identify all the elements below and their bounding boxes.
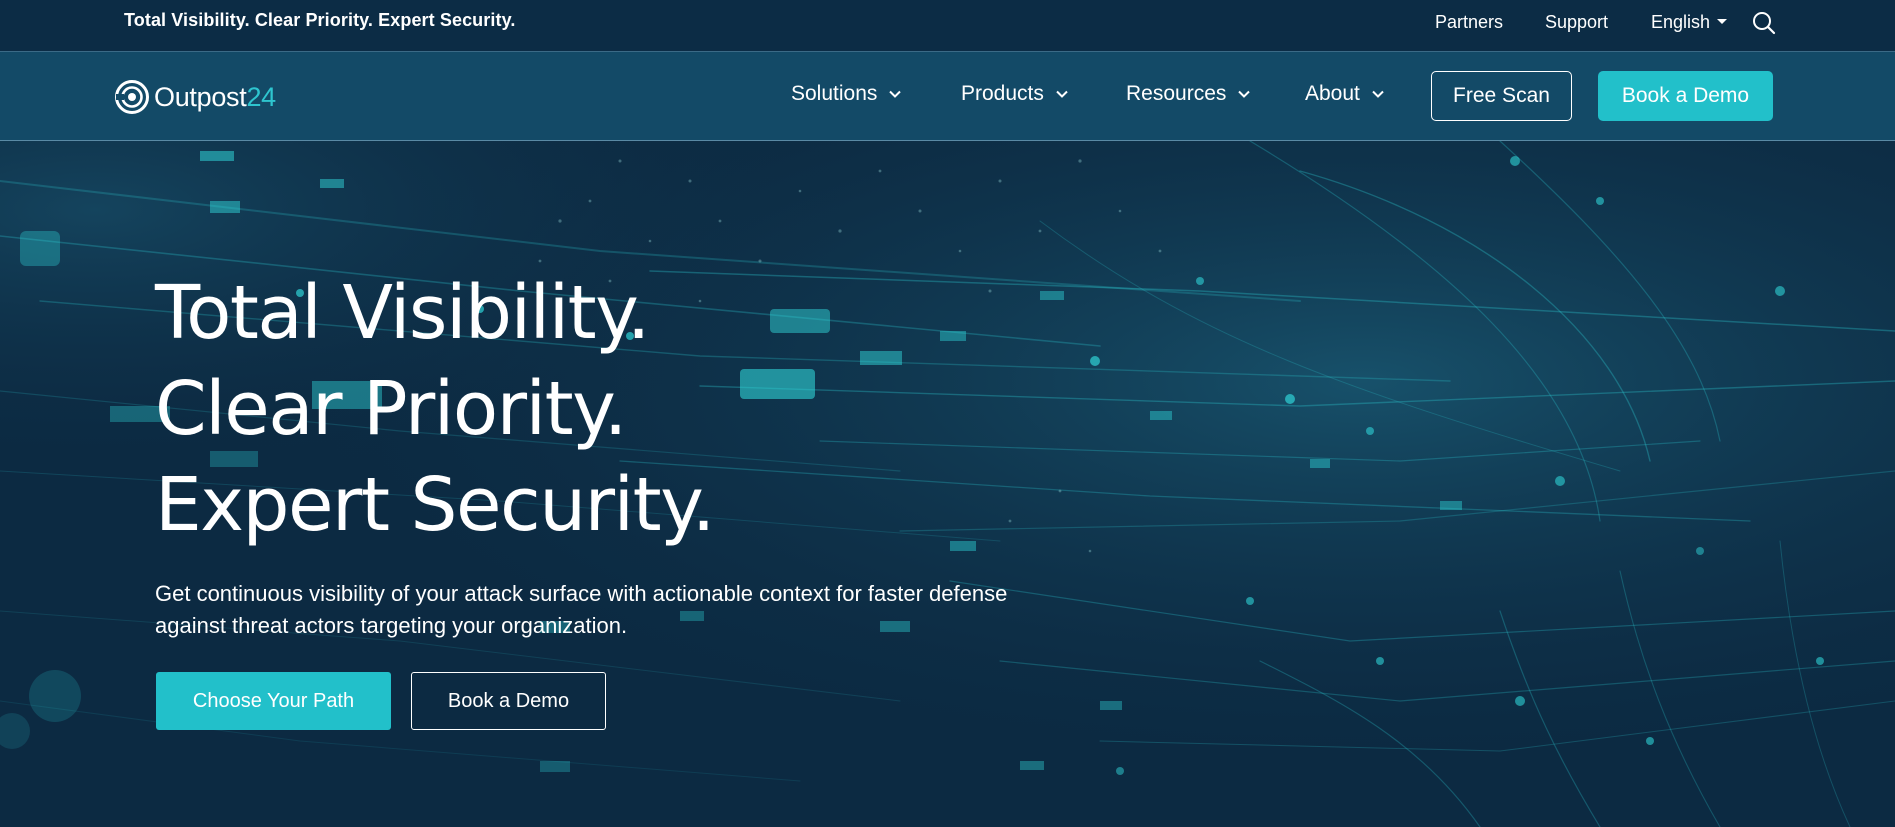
nav-item-label: Products — [961, 82, 1044, 105]
hero-headline-line: Clear Priority. — [155, 366, 627, 452]
outpost24-logo-icon — [115, 80, 149, 114]
nav-item-about[interactable]: About — [1305, 82, 1384, 106]
caret-down-icon — [1717, 18, 1728, 24]
hero-section: Total Visibility. Clear Priority. Expert… — [0, 141, 1895, 827]
chevron-down-icon — [889, 90, 902, 98]
language-label: English — [1651, 12, 1711, 32]
hero-headline-line: Total Visibility. — [155, 270, 650, 356]
nav-item-products[interactable]: Products — [961, 82, 1068, 106]
hero-headline: Total Visibility. Clear Priority. Expert… — [155, 265, 715, 553]
chevron-down-icon — [1056, 90, 1068, 98]
support-link[interactable]: Support — [1545, 12, 1608, 33]
nav-item-resources[interactable]: Resources — [1126, 82, 1251, 106]
logo-number: 24 — [246, 81, 276, 112]
hero-headline-line: Expert Security. — [155, 462, 715, 548]
search-icon[interactable] — [1751, 10, 1777, 36]
main-navbar: Outpost 24 Solutions Products Resources A… — [0, 52, 1895, 141]
nav-item-label: Solutions — [791, 82, 878, 105]
utility-bar: Total Visibility. Clear Priority. Expert… — [0, 0, 1895, 52]
outpost24-logo[interactable]: Outpost 24 — [114, 77, 276, 117]
free-scan-button[interactable]: Free Scan — [1431, 71, 1572, 121]
chevron-down-icon — [1372, 90, 1384, 98]
utility-tagline: Total Visibility. Clear Priority. Expert… — [124, 10, 516, 30]
hero-subtext: Get continuous visibility of your attack… — [155, 581, 1008, 638]
choose-your-path-button[interactable]: Choose Your Path — [156, 672, 391, 730]
book-demo-hero-button[interactable]: Book a Demo — [411, 672, 606, 730]
logo-wordmark: Outpost — [154, 81, 247, 112]
nav-item-label: About — [1305, 82, 1360, 105]
chevron-down-icon — [1238, 90, 1251, 98]
nav-item-solutions[interactable]: Solutions — [791, 82, 902, 106]
language-selector[interactable]: English — [1651, 12, 1728, 33]
nav-item-label: Resources — [1126, 82, 1227, 105]
book-demo-nav-button[interactable]: Book a Demo — [1598, 71, 1773, 121]
partners-link[interactable]: Partners — [1435, 12, 1503, 33]
